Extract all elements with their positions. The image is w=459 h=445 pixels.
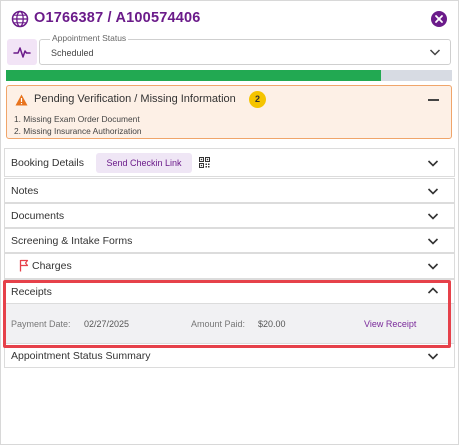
progress-fill: [6, 70, 381, 81]
notes-label: Notes: [11, 185, 39, 197]
alert-title: Pending Verification / Missing Informati…: [34, 93, 236, 105]
flag-icon: [19, 259, 29, 272]
alert-item: 2. Missing Insurance Authorization: [14, 126, 142, 136]
charges-section[interactable]: Charges: [4, 253, 455, 279]
highlight-box: [3, 280, 451, 348]
alert-item: 1. Missing Exam Order Document: [14, 114, 140, 124]
chevron-down-icon: [427, 188, 439, 195]
booking-details-label: Booking Details: [11, 157, 84, 169]
booking-details-section[interactable]: Booking Details Send Checkin Link: [4, 148, 455, 177]
qr-code-icon[interactable]: [199, 157, 210, 168]
globe-icon: [11, 10, 29, 28]
appointment-panel: O1766387 / A100574406 Appointment Status…: [0, 0, 459, 445]
close-icon: [435, 15, 443, 23]
appointment-status-select[interactable]: Appointment Status Scheduled: [39, 33, 451, 65]
notes-section[interactable]: Notes: [4, 178, 455, 203]
documents-section[interactable]: Documents: [4, 203, 455, 228]
screening-intake-section[interactable]: Screening & Intake Forms: [4, 228, 455, 253]
chevron-down-icon: [427, 238, 439, 245]
activity-button[interactable]: [7, 39, 37, 65]
chevron-down-icon: [427, 353, 439, 360]
status-summary-label: Appointment Status Summary: [11, 350, 151, 362]
close-button[interactable]: [431, 11, 447, 27]
status-legend: Appointment Status: [50, 33, 129, 43]
pulse-icon: [13, 47, 31, 58]
appointment-title: O1766387 / A100574406: [34, 10, 201, 26]
pending-verification-alert: Pending Verification / Missing Informati…: [6, 85, 452, 139]
chevron-down-icon: [429, 49, 441, 56]
progress-bar: [6, 70, 452, 81]
panel-header: O1766387 / A100574406: [1, 1, 458, 37]
collapse-icon[interactable]: [428, 99, 439, 101]
alert-count-badge: 2: [249, 91, 266, 108]
alert-list: 1. Missing Exam Order Document 2. Missin…: [14, 113, 142, 137]
screening-label: Screening & Intake Forms: [11, 235, 133, 247]
chevron-down-icon: [427, 213, 439, 220]
documents-label: Documents: [11, 210, 65, 222]
chevron-down-icon: [427, 263, 439, 270]
charges-label: Charges: [32, 260, 72, 272]
status-value: Scheduled: [51, 48, 94, 58]
send-checkin-link-button[interactable]: Send Checkin Link: [96, 153, 192, 173]
warning-icon: [15, 94, 28, 106]
chevron-down-icon: [427, 160, 439, 167]
